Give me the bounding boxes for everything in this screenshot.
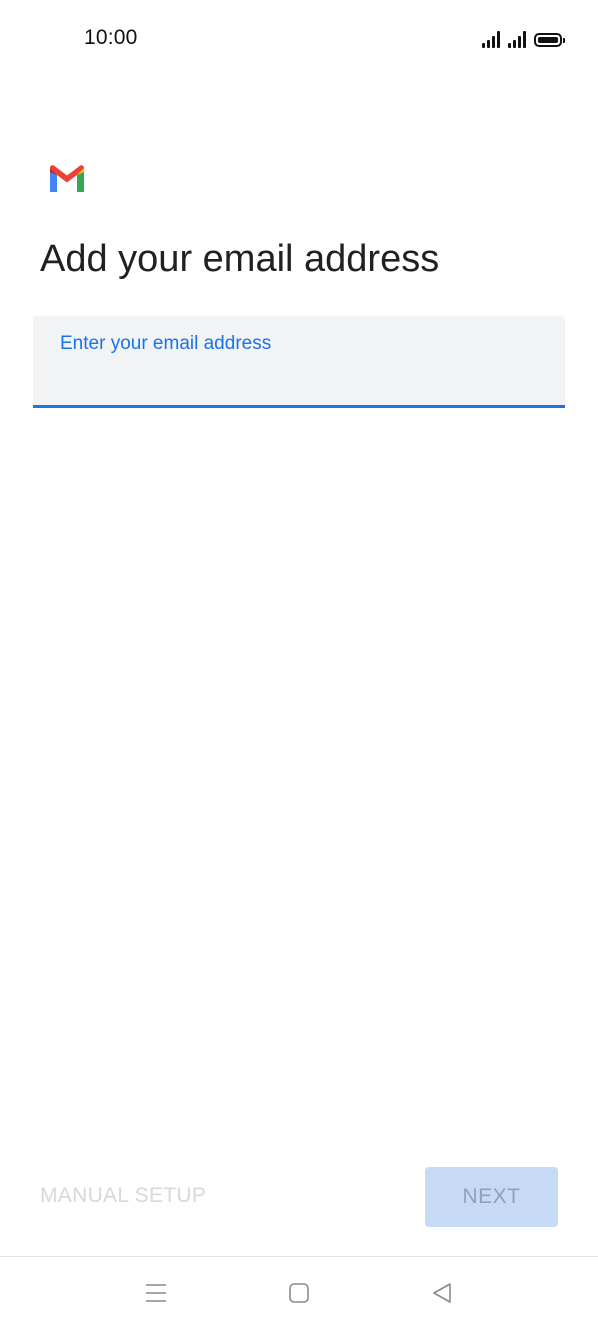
back-button[interactable]	[422, 1273, 462, 1313]
gmail-logo-icon	[50, 165, 84, 192]
home-button[interactable]	[279, 1273, 319, 1313]
next-button[interactable]: NEXT	[425, 1167, 558, 1227]
back-icon	[433, 1283, 451, 1303]
status-bar: 10:00	[0, 0, 598, 76]
home-icon	[289, 1283, 309, 1303]
menu-icon	[146, 1284, 166, 1302]
status-time: 10:00	[84, 26, 138, 49]
menu-button[interactable]	[136, 1273, 176, 1313]
email-field-label: Enter your email address	[60, 333, 272, 354]
signal-icon	[482, 31, 500, 48]
signal-icon	[508, 31, 526, 48]
page-title: Add your email address	[40, 238, 440, 280]
battery-icon	[534, 33, 565, 47]
status-icons	[482, 28, 565, 48]
manual-setup-button[interactable]: MANUAL SETUP	[40, 1184, 206, 1208]
navigation-bar	[0, 1257, 598, 1330]
email-field[interactable]: Enter your email address	[33, 316, 565, 408]
email-input[interactable]	[60, 364, 530, 394]
